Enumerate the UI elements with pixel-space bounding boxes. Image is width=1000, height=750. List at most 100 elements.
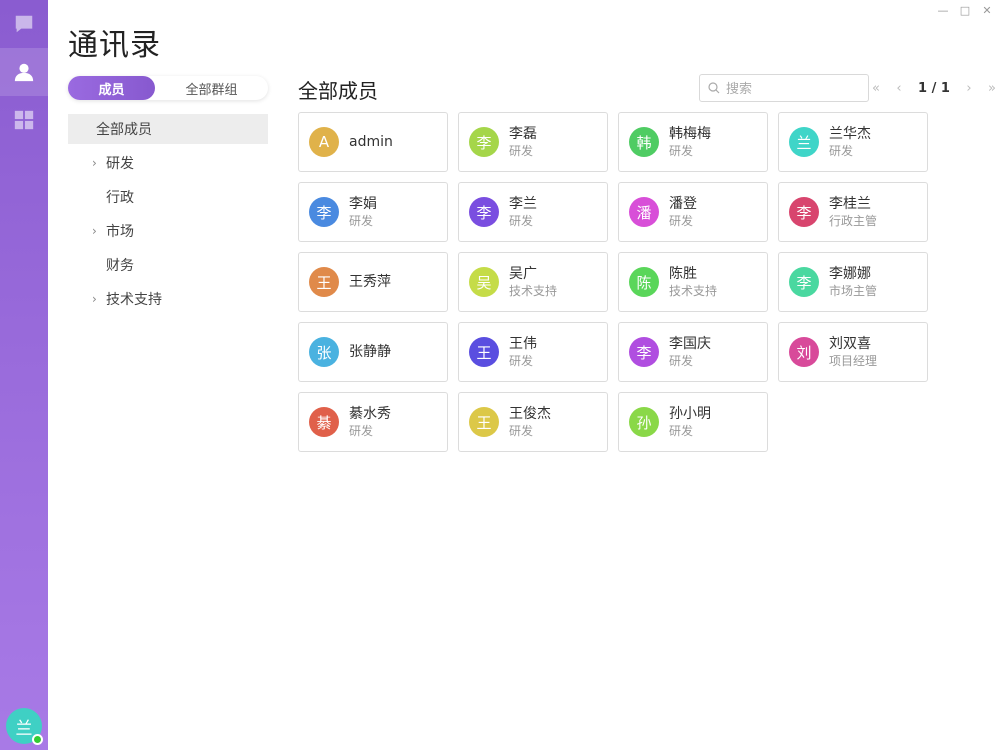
member-avatar: 王 — [469, 407, 499, 437]
member-card[interactable]: 綦綦水秀 研发 — [298, 392, 448, 452]
last-page-icon[interactable]: » — [988, 81, 996, 96]
member-card[interactable]: 孙孙小明 研发 — [618, 392, 768, 452]
member-avatar: 兰 — [789, 127, 819, 157]
window-controls: — □ ✕ — [936, 3, 994, 17]
nav-item-apps[interactable] — [0, 96, 48, 144]
member-info: 李娟 研发 — [349, 195, 377, 229]
search-icon — [708, 82, 720, 94]
chevron-right-icon[interactable]: › — [92, 292, 106, 306]
member-card[interactable]: 李李娟 研发 — [298, 182, 448, 242]
tree-item-label: 技术支持 — [106, 292, 162, 308]
member-name: 李娜娜 — [829, 266, 871, 282]
member-card[interactable]: 李李兰 研发 — [458, 182, 608, 242]
nav-item-contacts[interactable] — [0, 48, 48, 96]
member-info: admin — [349, 133, 393, 151]
tree-item-dept[interactable]: 财务 — [68, 248, 268, 282]
search-input[interactable] — [726, 80, 856, 96]
member-card[interactable]: 李李国庆 研发 — [618, 322, 768, 382]
member-card[interactable]: Aadmin — [298, 112, 448, 172]
member-card[interactable]: 王王秀萍 — [298, 252, 448, 312]
member-info: 綦水秀 研发 — [349, 405, 391, 439]
member-department: 项目经理 — [829, 354, 878, 368]
member-department: 技术支持 — [509, 284, 558, 298]
user-icon — [14, 63, 34, 82]
chevron-right-icon[interactable]: › — [92, 224, 106, 238]
member-department: 研发 — [349, 214, 374, 228]
member-info: 李娜娜 市场主管 — [829, 265, 877, 299]
online-status-dot — [32, 734, 43, 745]
member-name: 孙小明 — [669, 406, 711, 422]
member-department: 研发 — [509, 144, 534, 158]
tree-item-dept[interactable]: 行政 — [68, 180, 268, 214]
left-nav: 兰 — [0, 0, 48, 750]
member-card[interactable]: 刘刘双喜项目经理 — [778, 322, 928, 382]
member-avatar: 李 — [469, 197, 499, 227]
member-department: 研发 — [669, 424, 694, 438]
search-box — [699, 74, 869, 102]
member-card[interactable]: 陈陈胜 技术支持 — [618, 252, 768, 312]
member-avatar: 王 — [309, 267, 339, 297]
tree-item-label: 财务 — [106, 258, 134, 274]
member-name: 李桂兰 — [829, 196, 871, 212]
member-name: admin — [349, 134, 393, 150]
member-name: 李磊 — [509, 126, 537, 142]
tree-item-label: 行政 — [106, 190, 134, 206]
member-department: 研发 — [509, 354, 534, 368]
member-avatar: 刘 — [789, 337, 819, 367]
member-card[interactable]: 韩韩梅梅 研发 — [618, 112, 768, 172]
tree-item-all-members[interactable]: 全部成员 — [68, 114, 268, 144]
next-page-icon[interactable]: › — [966, 81, 971, 96]
member-card[interactable]: 李李娜娜 市场主管 — [778, 252, 928, 312]
member-name: 刘双喜 — [829, 336, 871, 352]
first-page-icon[interactable]: « — [872, 81, 880, 96]
chat-bubble-icon — [15, 15, 33, 33]
member-avatar: 吴 — [469, 267, 499, 297]
member-avatar: 韩 — [629, 127, 659, 157]
member-department: 研发 — [669, 144, 694, 158]
member-department: 研发 — [669, 354, 694, 368]
member-info: 韩梅梅 研发 — [669, 125, 711, 159]
member-name: 潘登 — [669, 196, 697, 212]
member-card[interactable]: 王王伟 研发 — [458, 322, 608, 382]
tree-item-dept[interactable]: › 市场 — [68, 214, 268, 248]
member-info: 王俊杰 研发 — [509, 405, 551, 439]
tree-item-dept[interactable]: › 技术支持 — [68, 282, 268, 316]
minimize-button[interactable]: — — [936, 3, 950, 17]
member-card[interactable]: 王王俊杰 研发 — [458, 392, 608, 452]
prev-page-icon[interactable]: ‹ — [896, 81, 901, 96]
member-avatar: 潘 — [629, 197, 659, 227]
user-avatar[interactable]: 兰 — [6, 708, 43, 745]
member-grid: Aadmin 李李磊 研发韩韩梅梅 研发兰兰华杰 研发李李娟 研发李李兰 研发潘潘登 研发李李… — [298, 112, 938, 452]
member-card[interactable]: 兰兰华杰 研发 — [778, 112, 928, 172]
nav-item-chat[interactable] — [0, 0, 48, 48]
tab-groups[interactable]: 全部群组 — [155, 76, 268, 100]
tree-item-label: 研发 — [106, 156, 134, 172]
tab-members[interactable]: 成员 — [68, 76, 155, 100]
member-info: 陈胜 技术支持 — [669, 265, 717, 299]
pagination: « ‹ 1 / 1 › » — [872, 78, 996, 98]
member-card[interactable]: 李李磊研发 — [458, 112, 608, 172]
tree-item-label: 市场 — [106, 224, 134, 240]
member-department: 研发 — [349, 424, 374, 438]
member-name: 兰华杰 — [829, 126, 871, 142]
chevron-right-icon[interactable]: › — [92, 156, 106, 170]
member-avatar: 李 — [629, 337, 659, 367]
member-name: 李兰 — [509, 196, 537, 212]
member-name: 陈胜 — [669, 266, 697, 282]
grid-icon — [14, 110, 34, 130]
member-info: 王伟 研发 — [509, 335, 537, 369]
member-name: 綦水秀 — [349, 406, 391, 422]
department-tree: 全部成员 › 研发 行政 › 市场 财务 › 技术支持 — [68, 114, 268, 316]
page-indicator: 1 / 1 — [918, 80, 950, 96]
member-card[interactable]: 潘潘登 研发 — [618, 182, 768, 242]
member-card[interactable]: 吴吴广 技术支持 — [458, 252, 608, 312]
maximize-button[interactable]: □ — [958, 3, 972, 17]
close-button[interactable]: ✕ — [980, 3, 994, 17]
member-department: 研发 — [509, 424, 534, 438]
member-card[interactable]: 李李桂兰 行政主管 — [778, 182, 928, 242]
member-avatar: 张 — [309, 337, 339, 367]
member-card[interactable]: 张张静静 — [298, 322, 448, 382]
member-avatar: 李 — [469, 127, 499, 157]
tree-item-dept[interactable]: › 研发 — [68, 146, 268, 180]
user-avatar-char: 兰 — [15, 718, 33, 739]
